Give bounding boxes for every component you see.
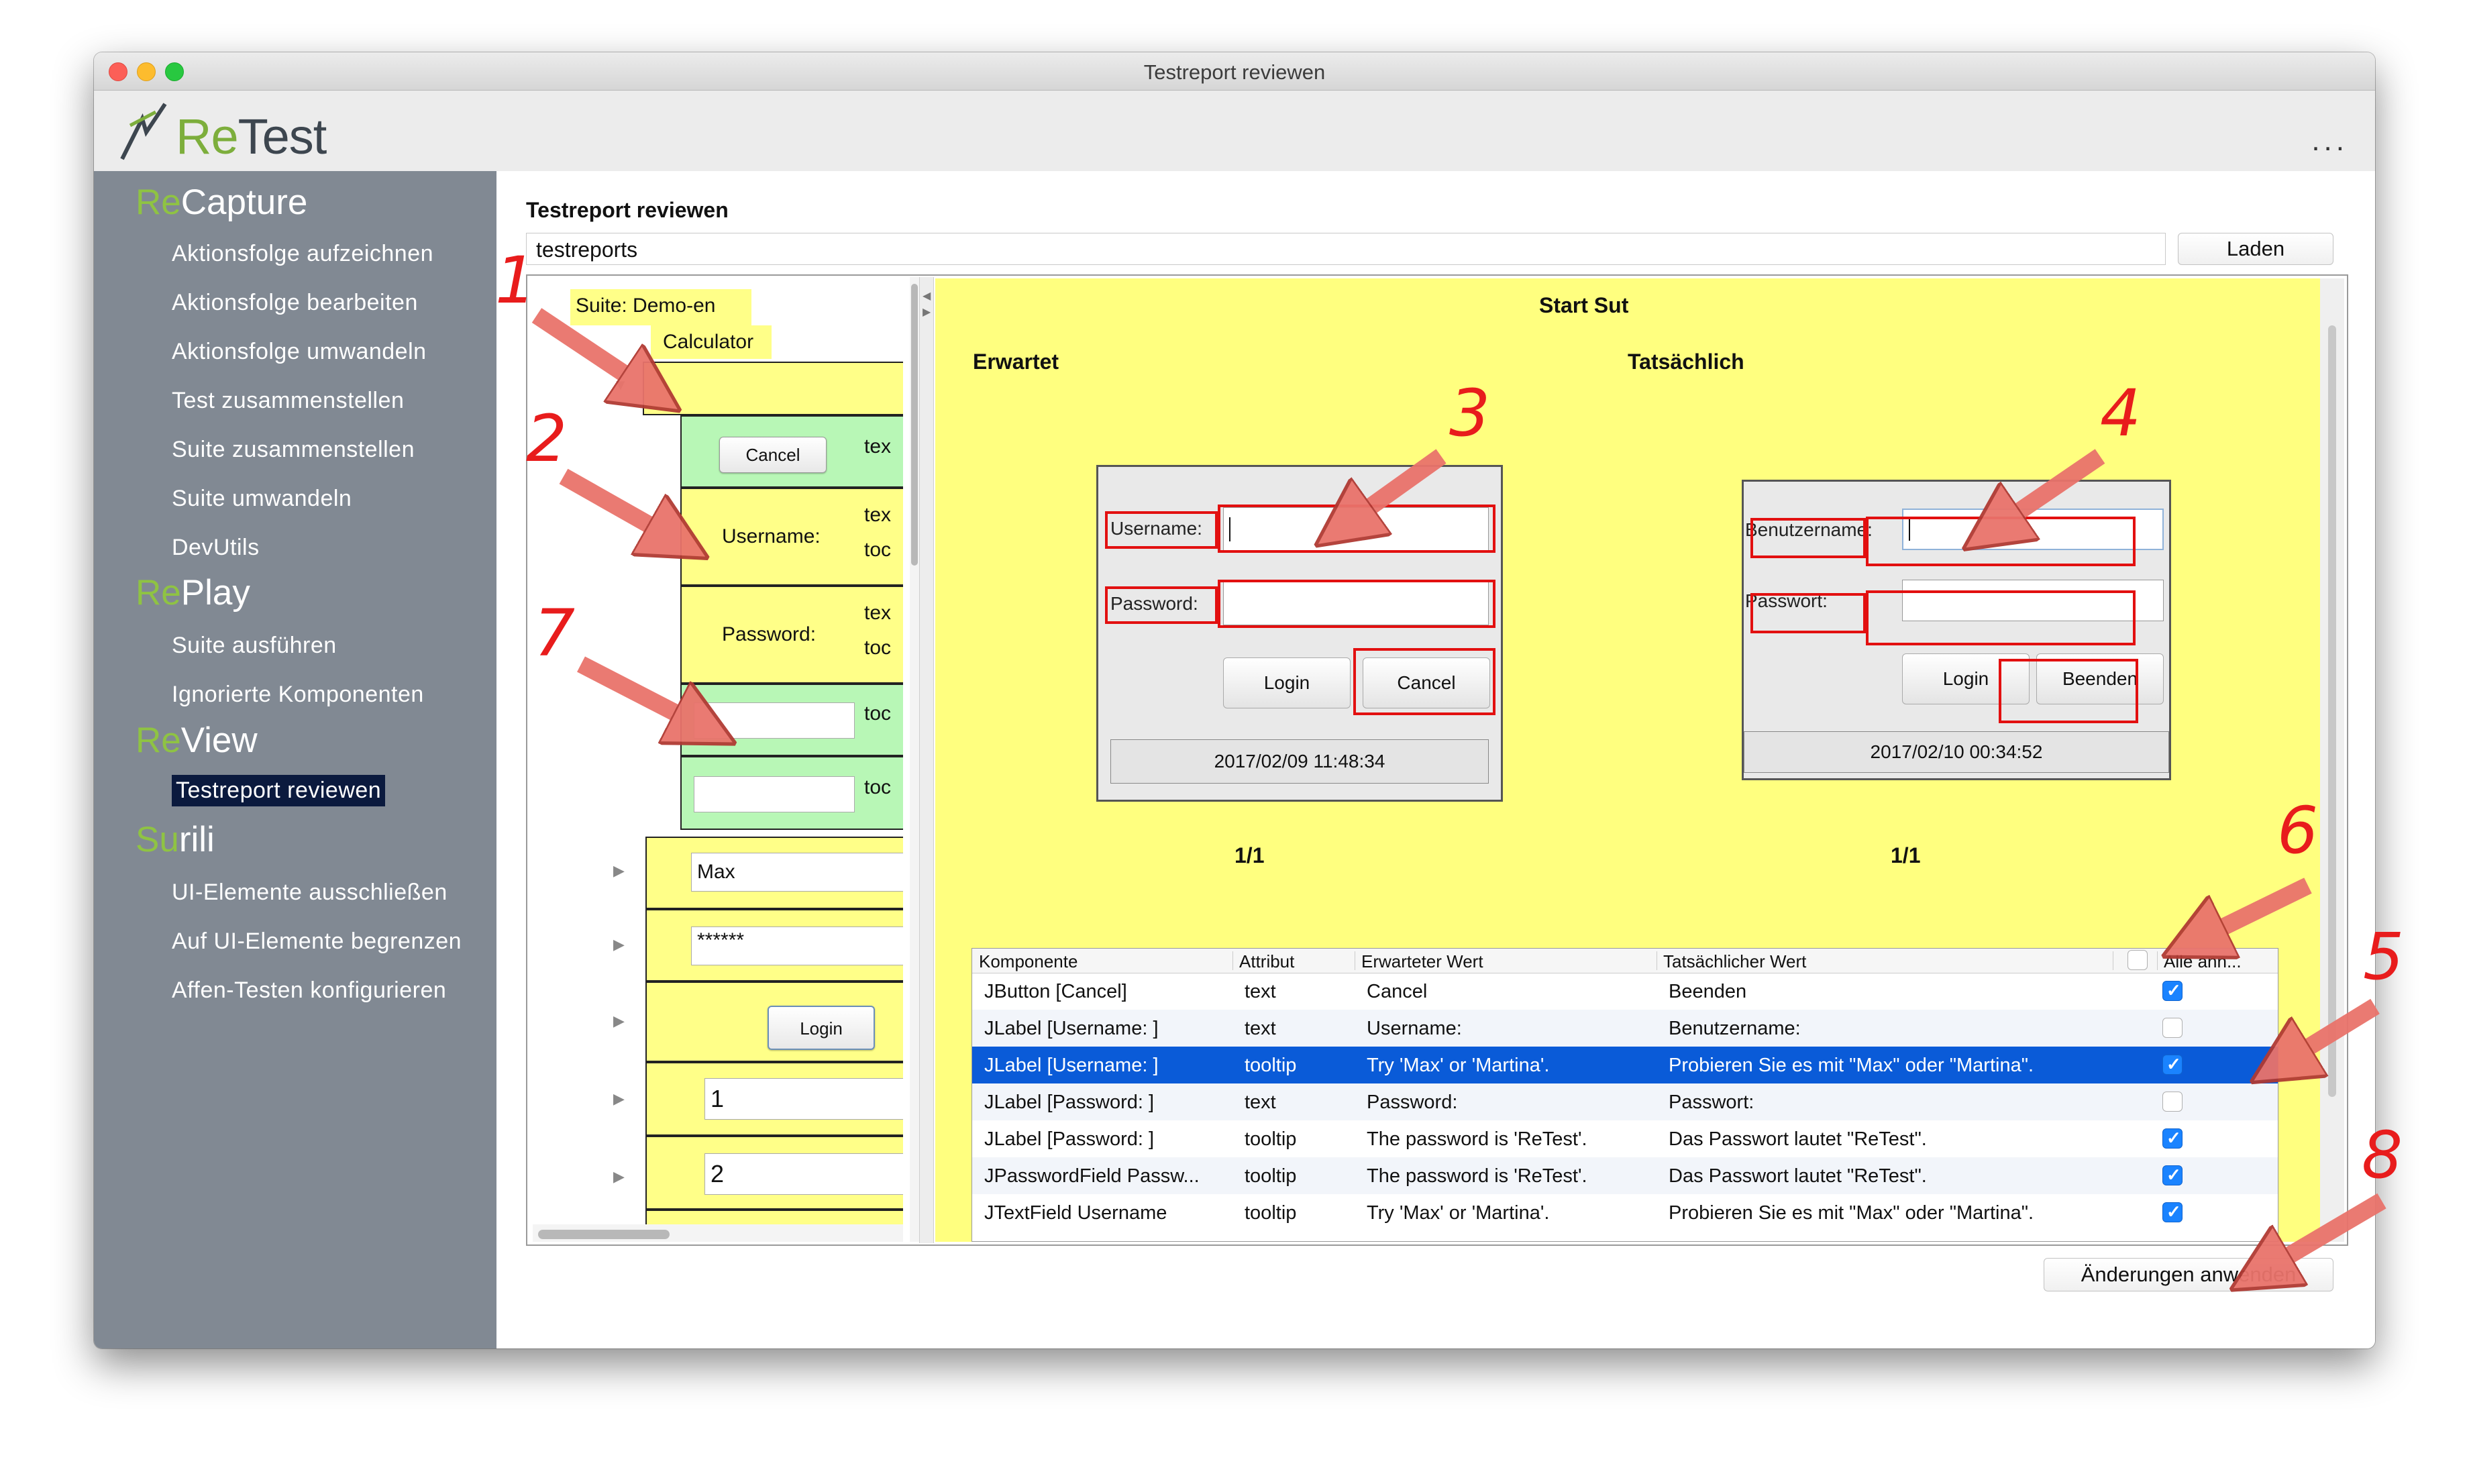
arrow-5	[2274, 998, 2380, 1068]
annotation-8: 8	[2362, 1118, 2403, 1193]
annotation-4: 4	[2100, 376, 2142, 451]
annotation-arrows	[531, 308, 2386, 1484]
annotation-2: 2	[526, 401, 568, 476]
arrow-3	[1338, 449, 1447, 530]
annotation-1: 1	[495, 243, 537, 318]
annotation-7: 7	[534, 596, 576, 671]
annotation-3: 3	[1449, 376, 1491, 451]
arrow-1	[531, 308, 658, 396]
arrow-2	[559, 468, 684, 545]
arrow-7	[577, 656, 711, 731]
arrow-4	[1986, 449, 2105, 534]
arrow-6	[2187, 878, 2312, 945]
annotation-6: 6	[2277, 793, 2319, 868]
arrow-8	[2254, 1193, 2386, 1276]
annotation-5: 5	[2363, 919, 2405, 994]
